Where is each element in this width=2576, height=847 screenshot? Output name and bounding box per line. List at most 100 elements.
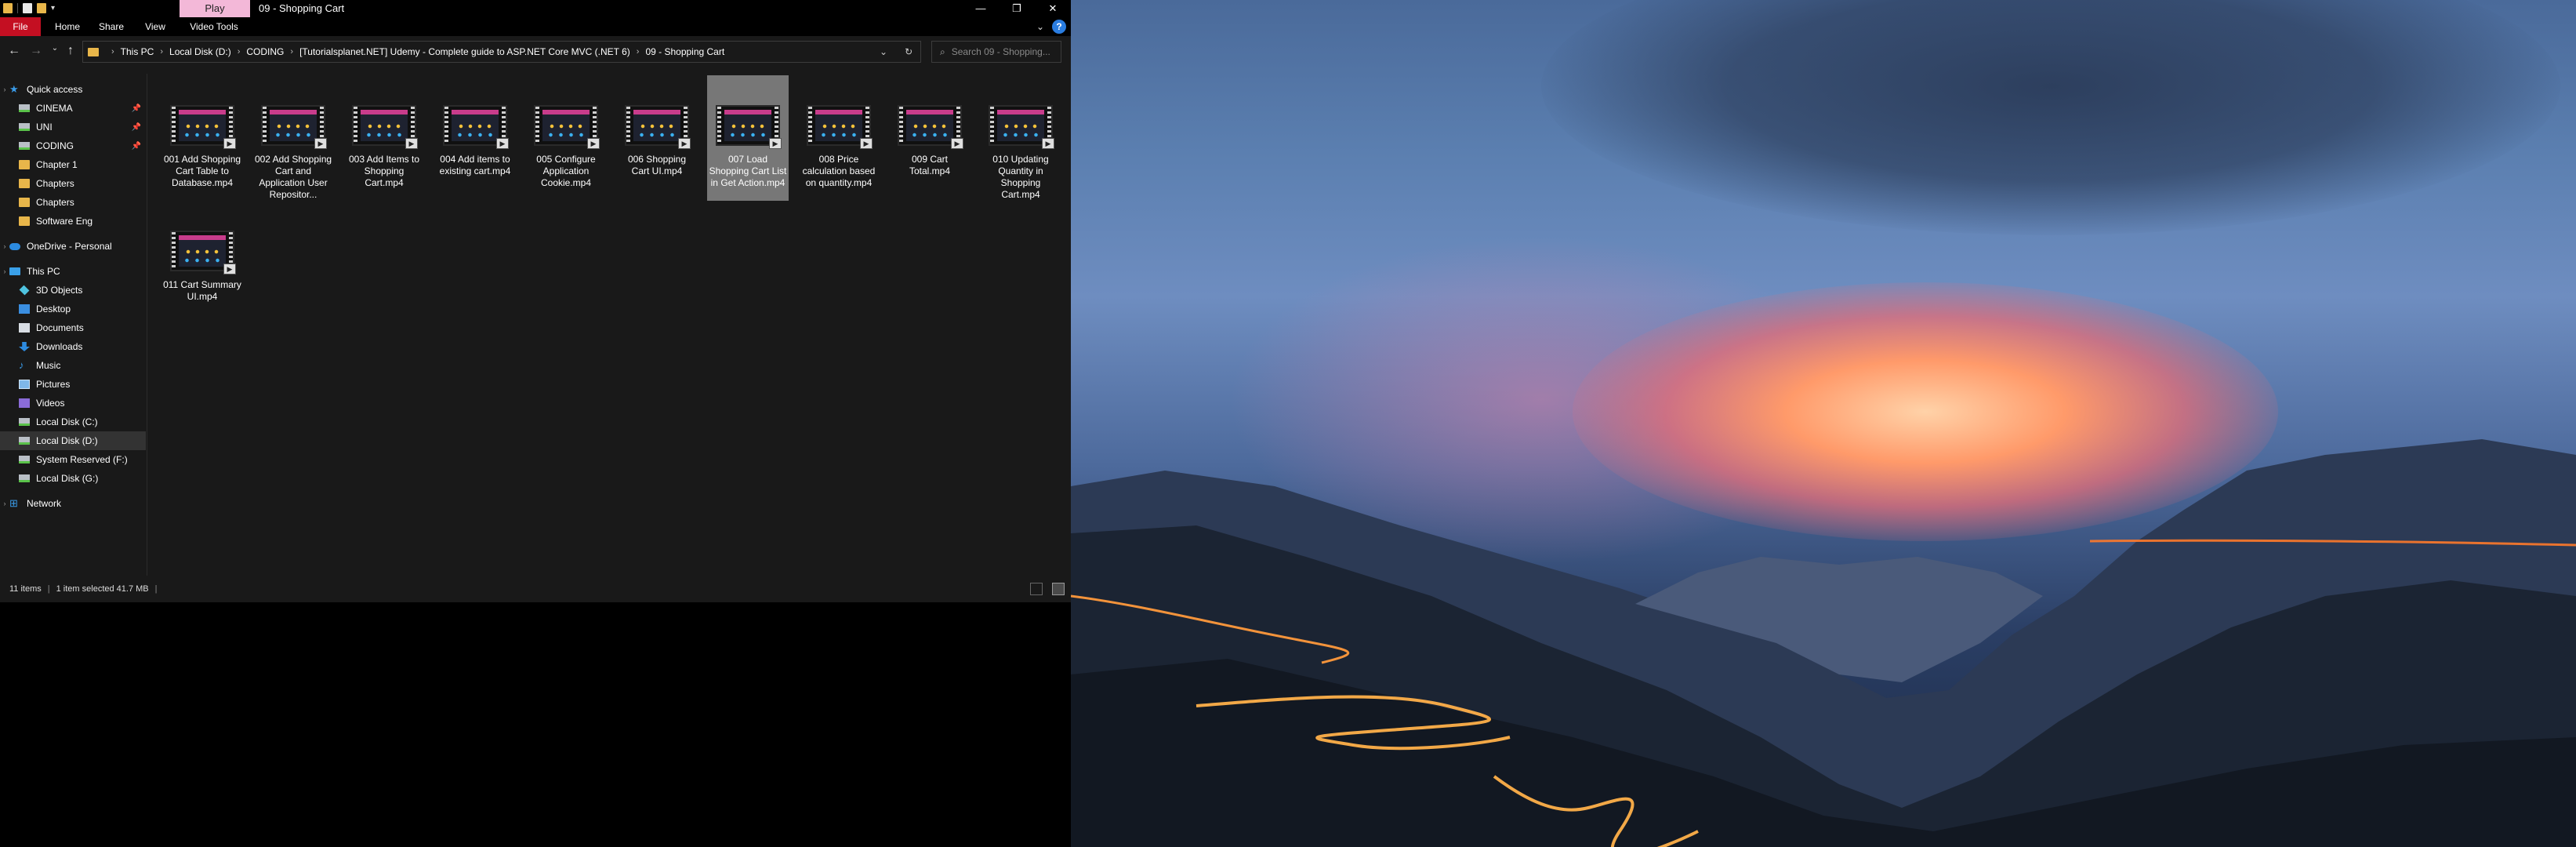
file-list[interactable]: ▶ 001 Add Shopping Cart Table to Databas… xyxy=(149,74,1071,576)
minimize-button[interactable]: — xyxy=(963,0,999,17)
nav-item-chapters-2[interactable]: Chapters xyxy=(0,193,146,212)
new-folder-icon[interactable] xyxy=(37,3,46,13)
file-tile[interactable]: ▶ 002 Add Shopping Cart and Application … xyxy=(252,75,334,201)
pictures-icon xyxy=(19,380,30,389)
nav-item-music[interactable]: ♪ Music xyxy=(0,356,146,375)
nav-item-label: Software Eng xyxy=(36,216,93,227)
up-arrow-icon[interactable]: ↑ xyxy=(63,44,78,58)
breadcrumb-current-folder[interactable]: 09 - Shopping Cart xyxy=(645,46,724,57)
forward-arrow-icon[interactable]: → xyxy=(28,44,44,58)
breadcrumb-coding[interactable]: CODING xyxy=(246,46,284,57)
address-history-chevron-icon[interactable]: ⌄ xyxy=(880,46,887,57)
file-tile[interactable]: ▶ 005 Configure Application Cookie.mp4 xyxy=(525,75,607,201)
computer-icon xyxy=(9,267,20,275)
navigation-pane[interactable]: › ★ Quick access CINEMA 📌 UNI 📌 CODING 📌 xyxy=(0,74,147,576)
tab-video-tools[interactable]: Video Tools xyxy=(182,17,246,36)
nav-item-onedrive[interactable]: › OneDrive - Personal xyxy=(0,237,146,256)
nav-item-local-disk-d[interactable]: Local Disk (D:) xyxy=(0,431,146,450)
large-icons-view-icon[interactable] xyxy=(1052,583,1065,595)
nav-item-pictures[interactable]: Pictures xyxy=(0,375,146,394)
breadcrumb-chevron-icon[interactable]: › xyxy=(111,47,114,56)
properties-icon[interactable] xyxy=(23,3,32,13)
nav-item-videos[interactable]: Videos xyxy=(0,394,146,413)
nav-item-documents[interactable]: Documents xyxy=(0,318,146,337)
nav-item-label: Pictures xyxy=(36,379,71,390)
tab-file[interactable]: File xyxy=(0,17,41,36)
window-controls: — ❐ ✕ xyxy=(963,0,1071,17)
drive-icon xyxy=(19,104,30,112)
file-tile[interactable]: ▶ 008 Price calculation based on quantit… xyxy=(798,75,880,201)
nav-item-local-disk-g[interactable]: Local Disk (G:) xyxy=(0,469,146,488)
video-thumbnail: ▶ xyxy=(989,105,1054,149)
nav-item-system-reserved-f[interactable]: System Reserved (F:) xyxy=(0,450,146,469)
video-thumbnail: ▶ xyxy=(261,105,327,149)
expand-ribbon-chevron-icon[interactable]: ⌄ xyxy=(1036,21,1044,32)
address-row: ← → ⌄ ↑ › This PC › Local Disk (D:) › CO… xyxy=(0,36,1071,67)
nav-item-software-eng[interactable]: Software Eng xyxy=(0,212,146,231)
nav-item-cinema[interactable]: CINEMA 📌 xyxy=(0,99,146,118)
nav-item-label: Documents xyxy=(36,322,84,333)
back-arrow-icon[interactable]: ← xyxy=(6,44,22,58)
breadcrumb-chevron-icon[interactable]: › xyxy=(637,47,640,56)
details-view-icon[interactable] xyxy=(1030,583,1043,595)
video-file-icon: ▶ xyxy=(860,138,873,149)
help-icon[interactable]: ? xyxy=(1052,20,1066,34)
expand-chevron-icon[interactable]: › xyxy=(0,242,9,250)
breadcrumb-chevron-icon[interactable]: › xyxy=(290,47,293,56)
nav-item-uni[interactable]: UNI 📌 xyxy=(0,118,146,136)
window-title: 09 - Shopping Cart xyxy=(259,2,345,14)
video-thumbnail: ▶ xyxy=(170,105,236,149)
expand-chevron-icon[interactable]: › xyxy=(0,85,9,93)
video-file-icon: ▶ xyxy=(951,138,963,149)
file-tile[interactable]: ▶ 011 Cart Summary UI.mp4 xyxy=(161,201,243,326)
nav-item-quick-access[interactable]: › ★ Quick access xyxy=(0,80,146,99)
pin-icon: 📌 xyxy=(131,122,141,132)
file-tile[interactable]: ▶ 006 Shopping Cart UI.mp4 xyxy=(616,75,698,201)
cube-icon xyxy=(19,285,30,296)
refresh-icon[interactable]: ↻ xyxy=(905,46,912,57)
download-icon xyxy=(19,342,30,351)
desktop-icon xyxy=(19,304,30,314)
nav-item-downloads[interactable]: Downloads xyxy=(0,337,146,356)
video-icon xyxy=(19,398,30,408)
nav-item-coding[interactable]: CODING 📌 xyxy=(0,136,146,155)
file-tile[interactable]: ▶ 001 Add Shopping Cart Table to Databas… xyxy=(161,75,243,201)
tab-home[interactable]: Home xyxy=(50,17,85,36)
tab-share[interactable]: Share xyxy=(93,17,130,36)
status-divider: | xyxy=(154,584,158,594)
breadcrumb-course-folder[interactable]: [Tutorialsplanet.NET] Udemy - Complete g… xyxy=(299,46,630,57)
file-tile[interactable]: ▶ 004 Add items to existing cart.mp4 xyxy=(434,75,516,201)
tab-view[interactable]: View xyxy=(138,17,172,36)
nav-item-3d-objects[interactable]: 3D Objects xyxy=(0,281,146,300)
customize-toolbar-chevron-icon[interactable]: ▾ xyxy=(51,4,55,13)
breadcrumb-chevron-icon[interactable]: › xyxy=(238,47,241,56)
breadcrumb-chevron-icon[interactable]: › xyxy=(160,47,163,56)
search-input[interactable]: ⌕ Search 09 - Shopping... xyxy=(931,41,1061,63)
nav-item-this-pc[interactable]: › This PC xyxy=(0,262,146,281)
expand-chevron-icon[interactable]: › xyxy=(0,500,9,507)
desktop-wallpaper xyxy=(1071,0,2576,847)
nav-item-local-disk-c[interactable]: Local Disk (C:) xyxy=(0,413,146,431)
nav-item-network[interactable]: › ⊞ Network xyxy=(0,494,146,513)
pin-icon: 📌 xyxy=(131,141,141,151)
file-tile-selected[interactable]: ▶ 007 Load Shopping Cart List in Get Act… xyxy=(707,75,789,201)
breadcrumb-this-pc[interactable]: This PC xyxy=(121,46,154,57)
file-tile[interactable]: ▶ 009 Cart Total.mp4 xyxy=(889,75,971,201)
breadcrumb-local-disk-d[interactable]: Local Disk (D:) xyxy=(169,46,231,57)
maximize-button[interactable]: ❐ xyxy=(999,0,1035,17)
status-bar: 11 items | 1 item selected 41.7 MB | xyxy=(0,580,1071,598)
wallpaper-mountains xyxy=(1071,439,2576,847)
file-tile[interactable]: ▶ 003 Add Items to Shopping Cart.mp4 xyxy=(343,75,425,201)
nav-item-label: Videos xyxy=(36,398,65,409)
video-thumbnail: ▶ xyxy=(625,105,691,149)
close-button[interactable]: ✕ xyxy=(1035,0,1071,17)
nav-item-desktop[interactable]: Desktop xyxy=(0,300,146,318)
file-name: 011 Cart Summary UI.mp4 xyxy=(163,279,241,302)
play-context-tab[interactable]: Play xyxy=(180,0,250,17)
expand-chevron-icon[interactable]: › xyxy=(0,267,9,275)
recent-locations-chevron-icon[interactable]: ⌄ xyxy=(47,44,63,53)
address-bar[interactable]: › This PC › Local Disk (D:) › CODING › [… xyxy=(82,41,921,63)
nav-item-chapters[interactable]: Chapters xyxy=(0,174,146,193)
file-tile[interactable]: ▶ 010 Updating Quantity in Shopping Cart… xyxy=(980,75,1061,201)
nav-item-chapter-1[interactable]: Chapter 1 xyxy=(0,155,146,174)
